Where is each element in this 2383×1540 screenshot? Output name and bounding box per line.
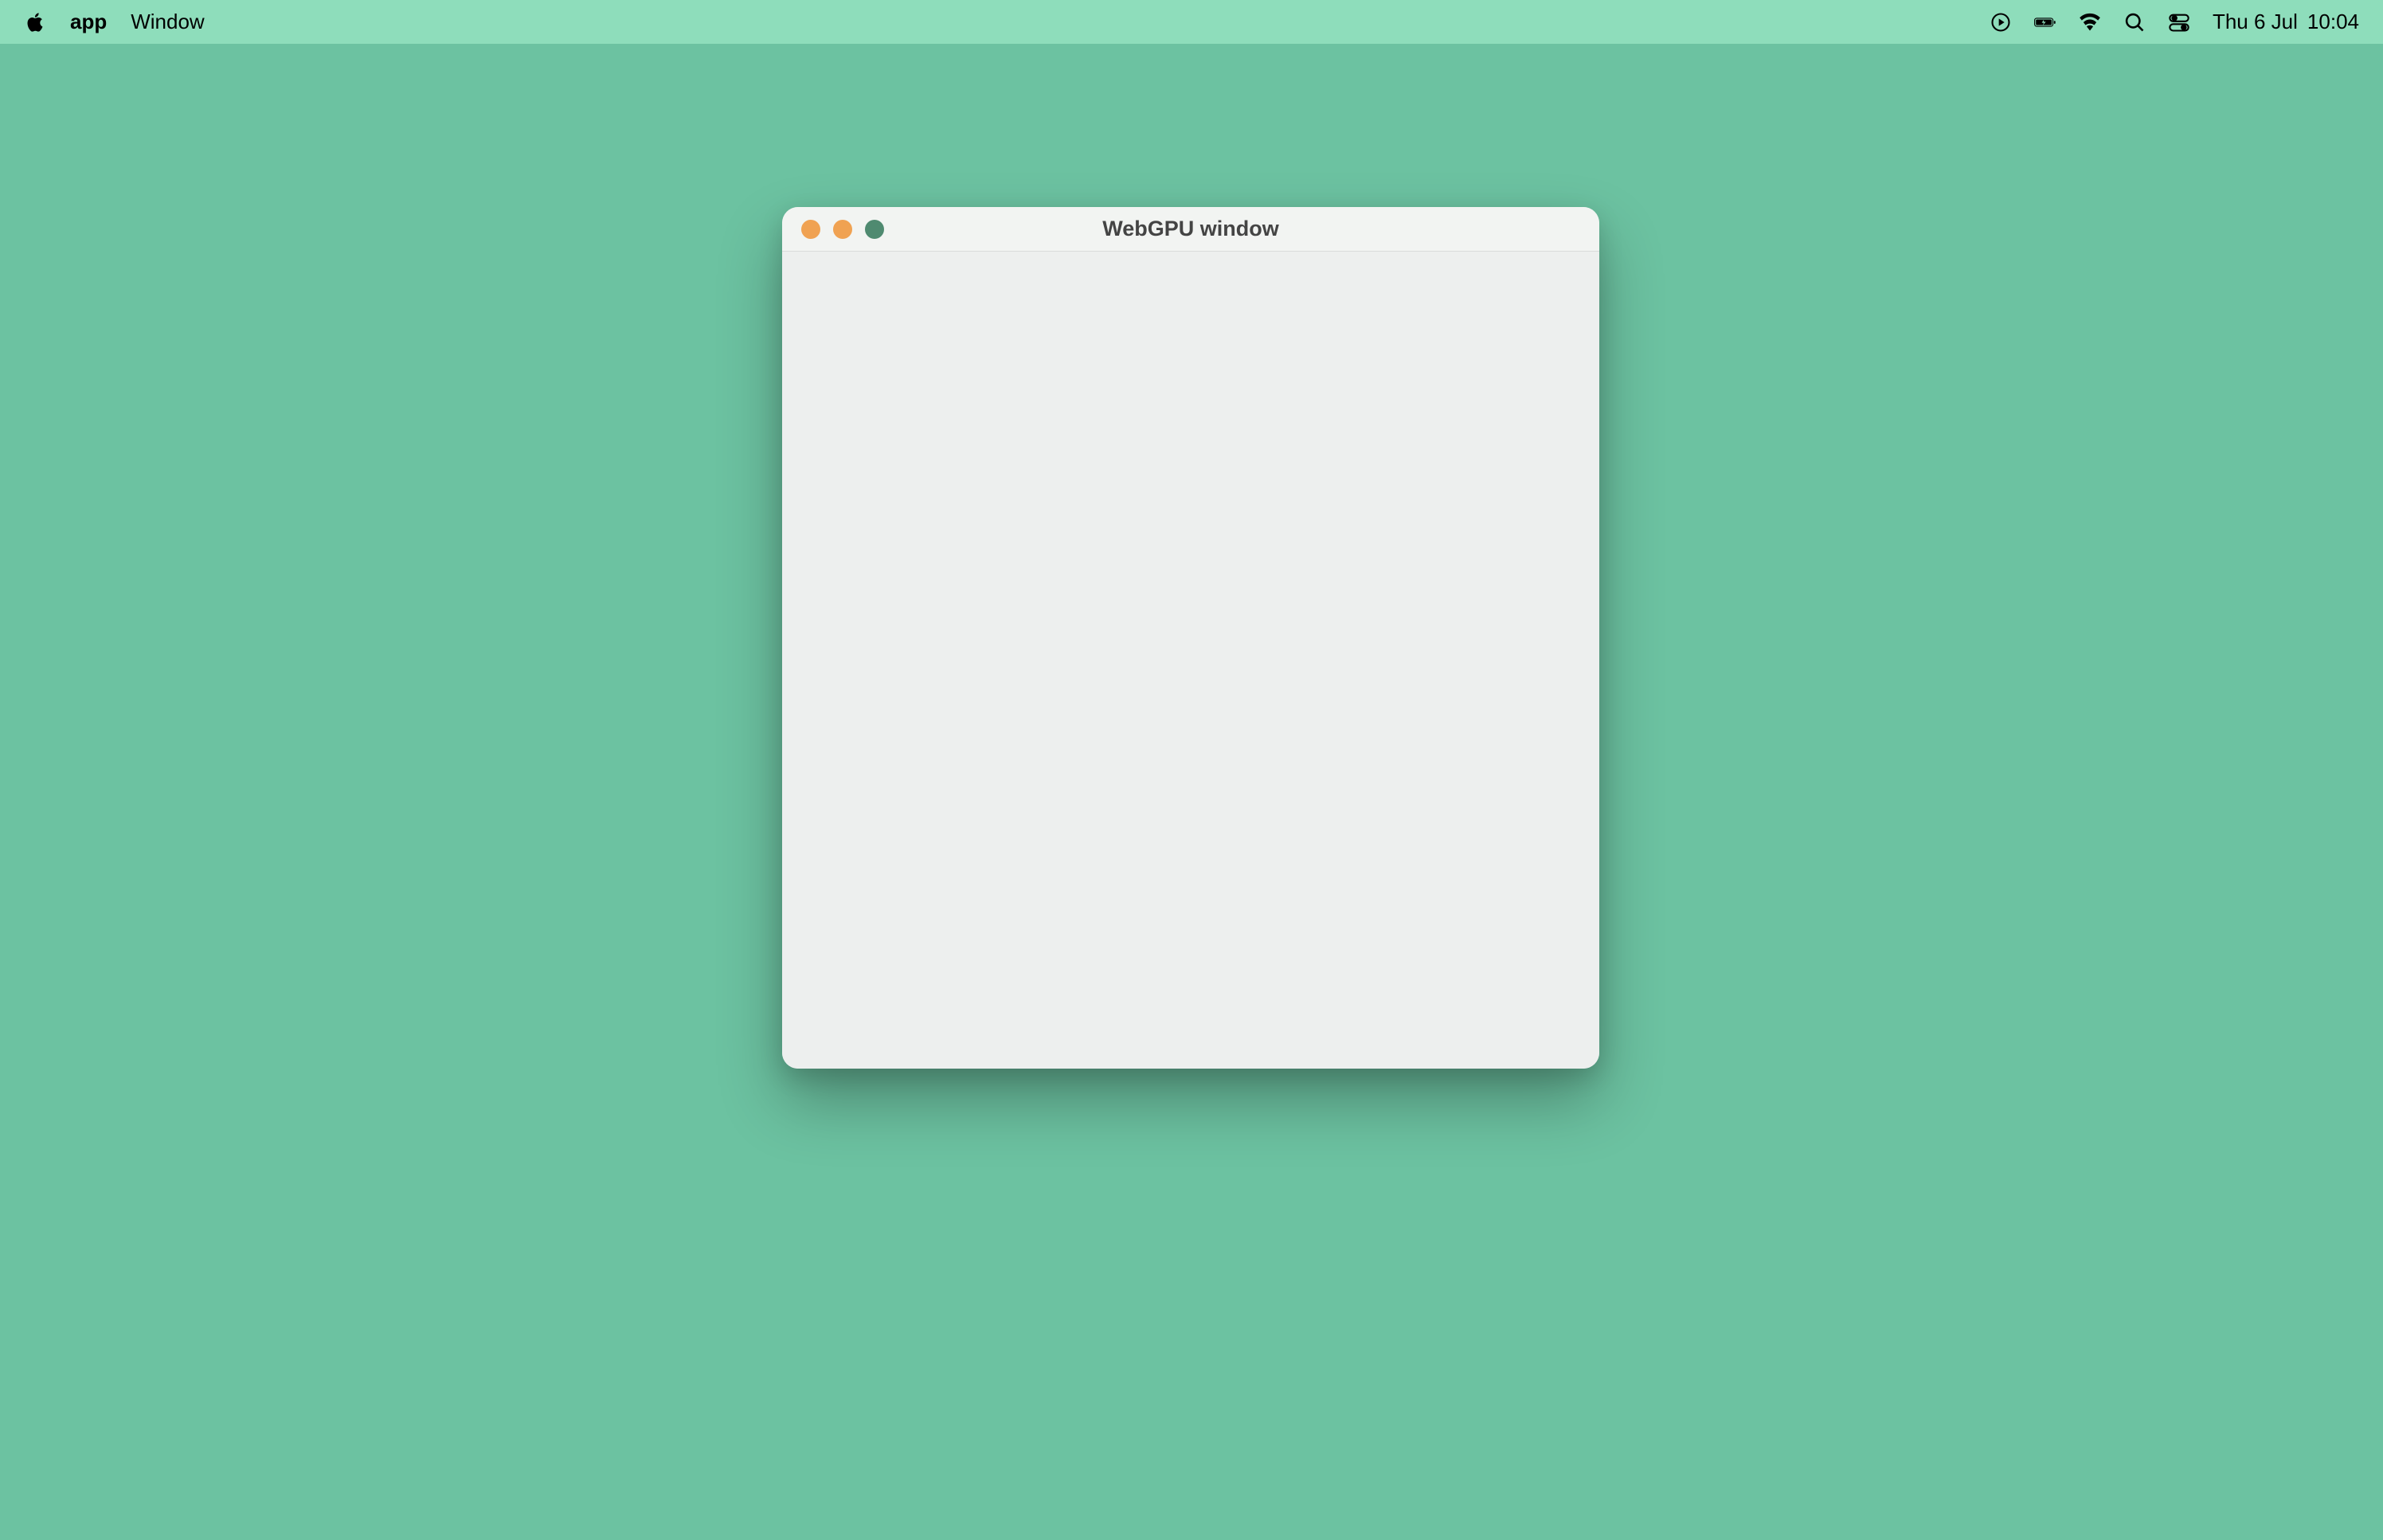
play-icon[interactable] — [1990, 11, 2012, 33]
window-title: WebGPU window — [782, 217, 1599, 241]
menubar-item-window[interactable]: Window — [131, 10, 204, 34]
apple-icon[interactable] — [24, 11, 46, 33]
menubar-time: 10:04 — [2307, 10, 2359, 34]
menubar: app Window — [0, 0, 2383, 44]
app-window: WebGPU window — [782, 207, 1599, 1069]
menubar-left: app Window — [24, 10, 205, 34]
menubar-datetime[interactable]: Thu 6 Jul 10:04 — [2213, 10, 2359, 34]
window-titlebar[interactable]: WebGPU window — [782, 207, 1599, 252]
window-content — [782, 252, 1599, 1069]
minimize-button[interactable] — [833, 220, 852, 239]
wifi-icon[interactable] — [2079, 11, 2101, 33]
control-center-icon[interactable] — [2168, 11, 2190, 33]
menubar-date: Thu 6 Jul — [2213, 10, 2298, 34]
battery-icon[interactable] — [2034, 11, 2056, 33]
menubar-app-name[interactable]: app — [70, 10, 107, 34]
search-icon[interactable] — [2123, 11, 2146, 33]
traffic-lights — [782, 220, 884, 239]
menubar-right: Thu 6 Jul 10:04 — [1990, 10, 2359, 34]
close-button[interactable] — [801, 220, 820, 239]
zoom-button[interactable] — [865, 220, 884, 239]
